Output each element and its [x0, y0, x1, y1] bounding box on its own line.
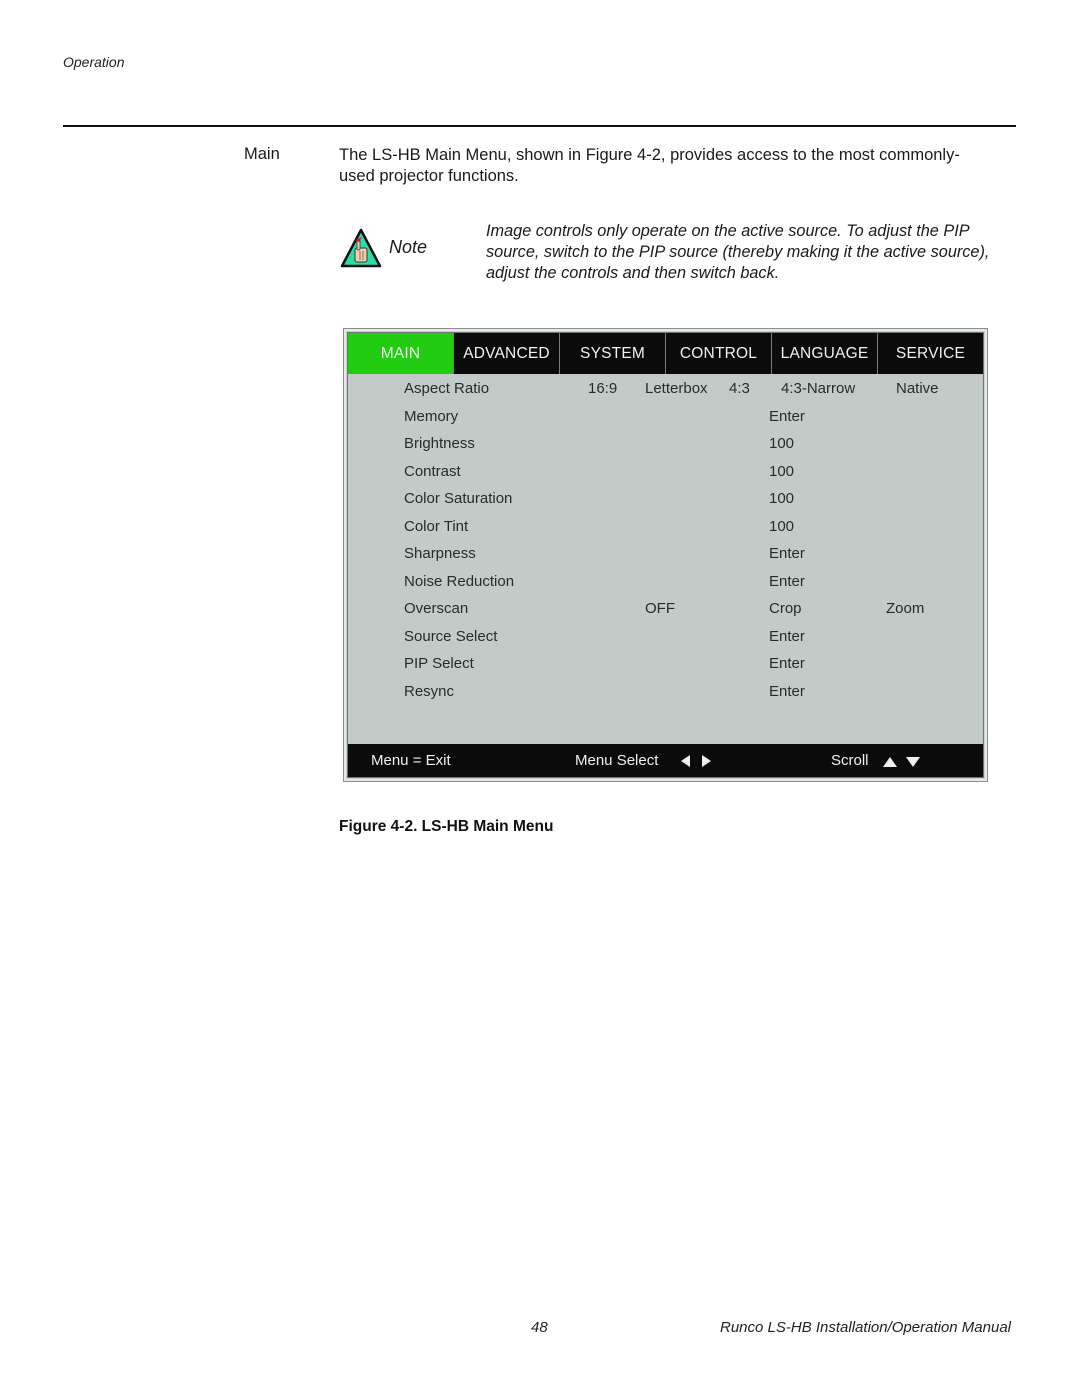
menu-row-value[interactable]: 100 [769, 435, 794, 452]
menu-select-hint: Menu Select [575, 752, 659, 769]
menu-row-label: Source Select [404, 627, 498, 645]
option-4-3-narrow[interactable]: 4:3-Narrow [781, 380, 855, 397]
option-letterbox[interactable]: Letterbox [645, 380, 708, 397]
menu-row-value[interactable]: 100 [769, 490, 794, 507]
figure-caption: Figure 4-2. LS-HB Main Menu [339, 818, 554, 835]
osd-menu-rows: Aspect Ratio 16:9 Letterbox 4:3 4:3-Narr… [348, 374, 983, 704]
osd-tab-bar: MAIN ADVANCED SYSTEM CONTROL LANGUAGE SE… [348, 333, 983, 374]
menu-row-source-select[interactable]: Source Select Enter [348, 622, 983, 650]
tab-service[interactable]: SERVICE [878, 333, 983, 374]
menu-row-memory[interactable]: Memory Enter [348, 402, 983, 430]
menu-row-label: Overscan [404, 600, 469, 617]
note-label: Note [389, 237, 428, 257]
menu-row-value[interactable]: Enter [769, 683, 805, 700]
arrow-up-icon [883, 754, 897, 771]
menu-row-pip-select[interactable]: PIP Select Enter [348, 649, 983, 677]
menu-row-color-tint[interactable]: Color Tint 100 [348, 512, 983, 540]
menu-row-value[interactable]: Enter [769, 408, 805, 425]
menu-row-noise-reduction[interactable]: Noise Reduction Enter [348, 567, 983, 595]
tab-language[interactable]: LANGUAGE [772, 333, 878, 374]
osd-footer-bar: Menu = Exit Menu Select Scroll [348, 744, 983, 777]
osd-main-menu: MAIN ADVANCED SYSTEM CONTROL LANGUAGE SE… [343, 328, 988, 782]
page-number: 48 [531, 1319, 548, 1336]
menu-row-color-saturation[interactable]: Color Saturation 100 [348, 484, 983, 512]
menu-row-overscan[interactable]: Overscan OFF Crop Zoom [348, 594, 983, 622]
menu-row-label: Brightness [404, 435, 475, 452]
menu-row-label: Color Tint [404, 517, 469, 535]
exit-hint: Menu = Exit [371, 752, 451, 769]
section-label: Main [244, 145, 280, 163]
tab-control[interactable]: CONTROL [666, 333, 772, 374]
option-zoom[interactable]: Zoom [886, 600, 924, 617]
menu-row-brightness[interactable]: Brightness 100 [348, 429, 983, 457]
header-rule [63, 125, 1016, 127]
tab-advanced[interactable]: ADVANCED [454, 333, 560, 374]
note-hand-warning-icon [340, 228, 382, 268]
tab-system[interactable]: SYSTEM [560, 333, 666, 374]
menu-row-label: Aspect Ratio [404, 380, 490, 397]
menu-row-value[interactable]: 100 [769, 463, 794, 480]
option-4-3[interactable]: 4:3 [729, 380, 750, 397]
manual-title: Runco LS-HB Installation/Operation Manua… [720, 1319, 1011, 1336]
menu-row-sharpness[interactable]: Sharpness Enter [348, 539, 983, 567]
menu-row-contrast[interactable]: Contrast 100 [348, 457, 983, 485]
menu-row-label: Sharpness [404, 545, 476, 562]
menu-row-label: Color Saturation [404, 490, 513, 507]
menu-row-value[interactable]: Enter [769, 628, 805, 645]
menu-row-value[interactable]: 100 [769, 518, 794, 535]
menu-row-resync[interactable]: Resync Enter [348, 677, 983, 705]
menu-row-label: PIP Select [404, 655, 474, 672]
option-16-9[interactable]: 16:9 [588, 380, 617, 397]
note-text: Image controls only operate on the activ… [486, 222, 990, 282]
menu-row-value[interactable]: Enter [769, 573, 805, 590]
section-body: The LS-HB Main Menu, shown in Figure 4-2… [339, 146, 960, 185]
option-crop[interactable]: Crop [769, 600, 802, 617]
menu-row-label: Noise Reduction [404, 572, 515, 590]
menu-row-label: Contrast [404, 462, 461, 480]
menu-row-value[interactable]: Enter [769, 655, 805, 672]
running-head: Operation [63, 54, 125, 70]
menu-row-aspect-ratio[interactable]: Aspect Ratio 16:9 Letterbox 4:3 4:3-Narr… [348, 374, 983, 402]
arrow-down-icon [906, 754, 920, 771]
arrow-right-icon [702, 754, 711, 771]
arrow-left-icon [681, 754, 690, 771]
scroll-hint: Scroll [831, 752, 869, 769]
menu-row-label: Memory [404, 407, 459, 425]
menu-row-value[interactable]: Enter [769, 545, 805, 562]
menu-row-label: Resync [404, 682, 455, 700]
tab-main[interactable]: MAIN [348, 333, 454, 374]
option-off[interactable]: OFF [645, 600, 675, 617]
option-native[interactable]: Native [896, 380, 939, 397]
